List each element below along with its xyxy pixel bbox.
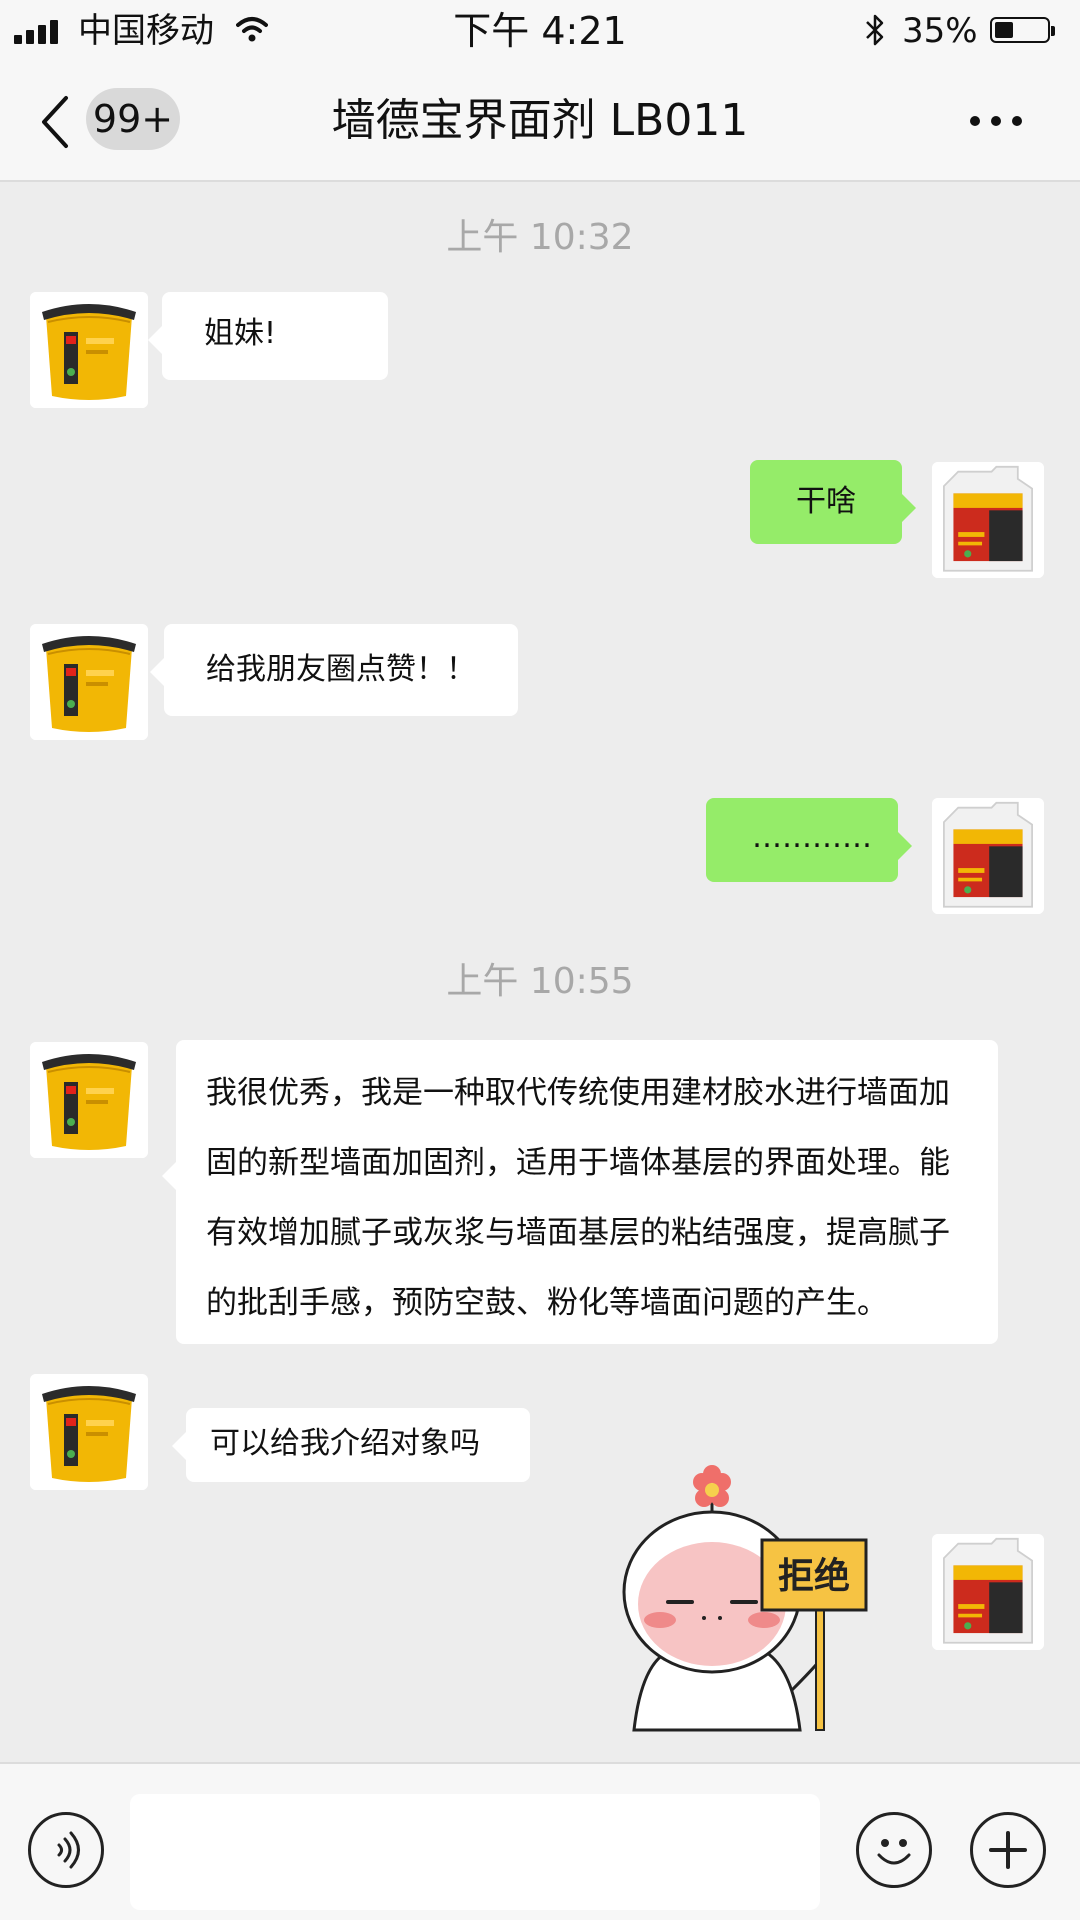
contact-avatar[interactable] — [30, 292, 148, 408]
incoming-message-long[interactable]: 我很优秀，我是一种取代传统使用建材胶水进行墙面加 固的新型墙面加固剂，适用于墙体… — [162, 1040, 998, 1344]
message-line: 有效增加腻子或灰浆与墙面基层的粘结强度，提高腻子 — [206, 1215, 950, 1251]
battery-icon — [990, 17, 1055, 43]
message-line: 固的新型墙面加固剂，适用于墙体基层的界面处理。能 — [206, 1145, 950, 1181]
my-avatar[interactable] — [932, 798, 1044, 914]
message-input[interactable] — [130, 1794, 820, 1910]
message-timestamp: 上午 10:55 — [446, 961, 634, 1002]
chat-header: 99+ 墙德宝界面剂 LB011 — [0, 62, 1080, 182]
incoming-message[interactable]: 可以给我介绍对象吗 — [172, 1408, 530, 1482]
contact-avatar[interactable] — [30, 1374, 148, 1490]
voice-icon[interactable] — [28, 1812, 104, 1888]
more-dots-icon[interactable] — [966, 102, 1026, 142]
bluetooth-icon — [866, 14, 884, 46]
contact-avatar[interactable] — [30, 1042, 148, 1158]
message-line: 的批刮手感，预防空鼓、粉化等墙面问题的产生。 — [206, 1285, 888, 1321]
message-timestamp: 上午 10:32 — [446, 217, 634, 258]
contact-avatar[interactable] — [30, 624, 148, 740]
chat-title: 墙德宝界面剂 LB011 — [331, 95, 749, 146]
outgoing-message[interactable]: 干啥 — [750, 460, 916, 544]
plus-icon[interactable] — [970, 1812, 1046, 1888]
my-avatar[interactable] — [932, 462, 1044, 578]
battery-percent: 35% — [902, 11, 978, 51]
battery-level — [995, 22, 1013, 38]
sticker-sign-text: 拒绝 — [778, 1555, 850, 1597]
incoming-message[interactable]: 姐妹! — [148, 292, 388, 380]
outgoing-message[interactable]: ………… — [706, 798, 912, 882]
incoming-message[interactable]: 给我朋友圈点赞！！ — [150, 624, 518, 716]
emoji-icon[interactable] — [856, 1812, 932, 1888]
refuse-sticker[interactable]: 拒绝 — [612, 1460, 912, 1740]
my-avatar[interactable] — [932, 1534, 1044, 1650]
input-bar — [0, 1762, 1080, 1920]
message-line: 我很优秀，我是一种取代传统使用建材胶水进行墙面加 — [206, 1075, 950, 1111]
status-bar: 中国移动 下午 4:21 35% — [0, 0, 1080, 62]
